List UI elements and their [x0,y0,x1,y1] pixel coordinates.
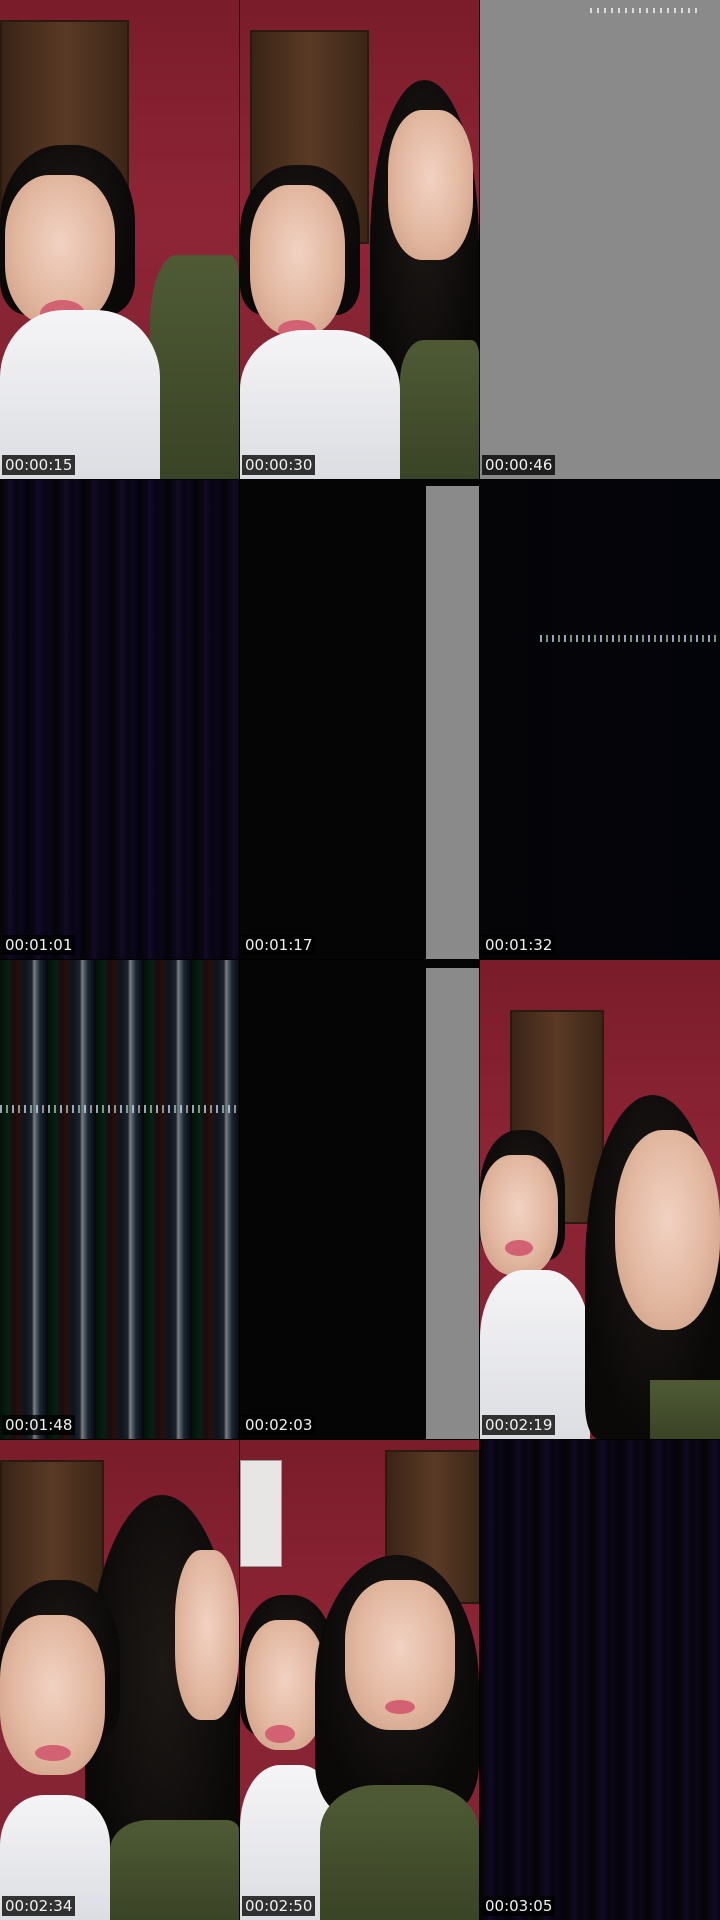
timestamp-label: 00:02:50 [242,1896,316,1916]
timestamp-label: 00:00:30 [242,455,316,475]
timestamp-label: 00:01:48 [2,1415,76,1435]
timestamp-label: 00:02:03 [242,1415,316,1435]
video-frame-2: 00:00:30 [240,0,479,479]
timestamp-label: 00:01:17 [242,935,316,955]
timestamp-label: 00:01:01 [2,935,76,955]
video-frame-4: 00:01:01 [0,480,239,959]
video-frame-3: 00:00:46 [480,0,720,479]
video-frame-12: 00:03:05 [480,1440,720,1920]
timestamp-label: 00:00:15 [2,455,76,475]
timestamp-label: 00:03:05 [482,1896,556,1916]
video-frame-7: 00:01:48 [0,960,239,1439]
video-frame-11: 00:02:50 [240,1440,479,1920]
thumbnail-grid: 00:00:15 00:00:30 00:00:46 00:01:01 00:0… [0,0,720,1920]
video-frame-5: 00:01:17 [240,480,479,959]
video-frame-9: 00:02:19 [480,960,720,1439]
video-frame-1: 00:00:15 [0,0,239,479]
timestamp-label: 00:01:32 [482,935,556,955]
video-frame-6: 00:01:32 [480,480,720,959]
video-frame-10: 00:02:34 [0,1440,239,1920]
timestamp-label: 00:00:46 [482,455,556,475]
timestamp-label: 00:02:34 [2,1896,76,1916]
timestamp-label: 00:02:19 [482,1415,556,1435]
video-frame-8: 00:02:03 [240,960,479,1439]
